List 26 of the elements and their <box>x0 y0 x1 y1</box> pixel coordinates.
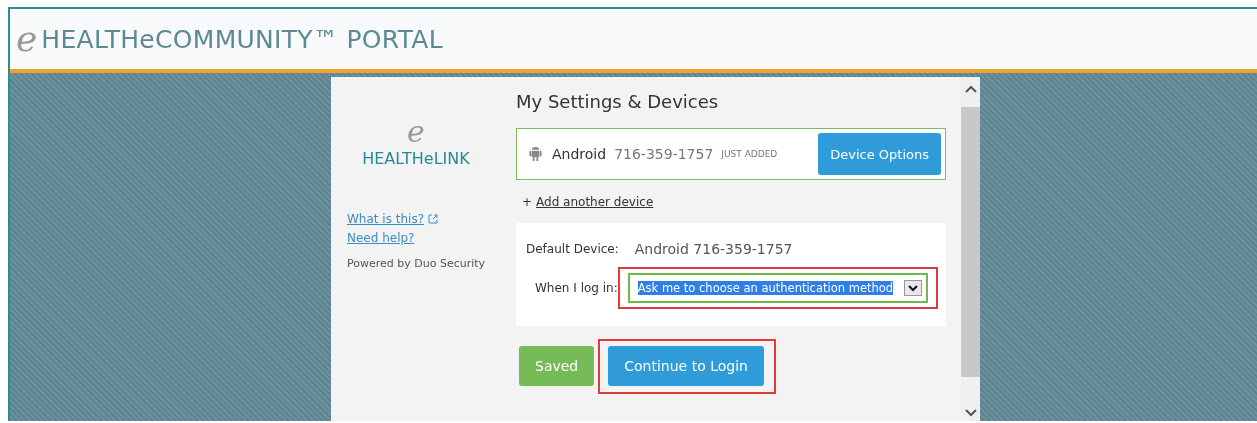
device-options-button[interactable]: Device Options <box>818 133 941 175</box>
login-label: When I log in: <box>535 281 618 295</box>
logo-mark: e <box>16 21 38 57</box>
help-link[interactable]: Need help? <box>347 231 415 245</box>
device-status: JUST ADDED <box>721 149 779 159</box>
external-link-icon <box>428 214 438 224</box>
device-number: 716-359-1757 <box>614 146 714 162</box>
portal-title: HEALTHeCOMMUNITY™ PORTAL <box>41 24 443 54</box>
default-device-value: Android 716-359-1757 <box>634 241 793 257</box>
powered-by-text: Powered by Duo Security <box>347 257 486 270</box>
logo-mark: e <box>407 117 425 147</box>
action-button[interactable]: Saved <box>519 346 595 386</box>
login-method-select[interactable]: Ask me to choose an authentication method <box>627 273 928 303</box>
help-link[interactable]: What is this? <box>347 212 424 226</box>
add-device-link[interactable]: Add another device <box>536 195 654 209</box>
scroll-up-icon[interactable] <box>964 85 977 93</box>
settings-title: My Settings & Devices <box>516 91 720 112</box>
selected-option: Ask me to choose an authentication method <box>637 281 894 295</box>
android-icon <box>529 145 542 163</box>
caret-icon <box>903 280 922 296</box>
device-name: Android <box>552 146 607 162</box>
plus-sign: + <box>522 195 533 209</box>
logo-text: HEALTHeLINK <box>362 149 470 168</box>
default-device-label: Default Device: <box>526 242 619 256</box>
scroll-down-icon[interactable] <box>964 409 977 417</box>
action-button[interactable]: Continue to Login <box>608 346 764 386</box>
